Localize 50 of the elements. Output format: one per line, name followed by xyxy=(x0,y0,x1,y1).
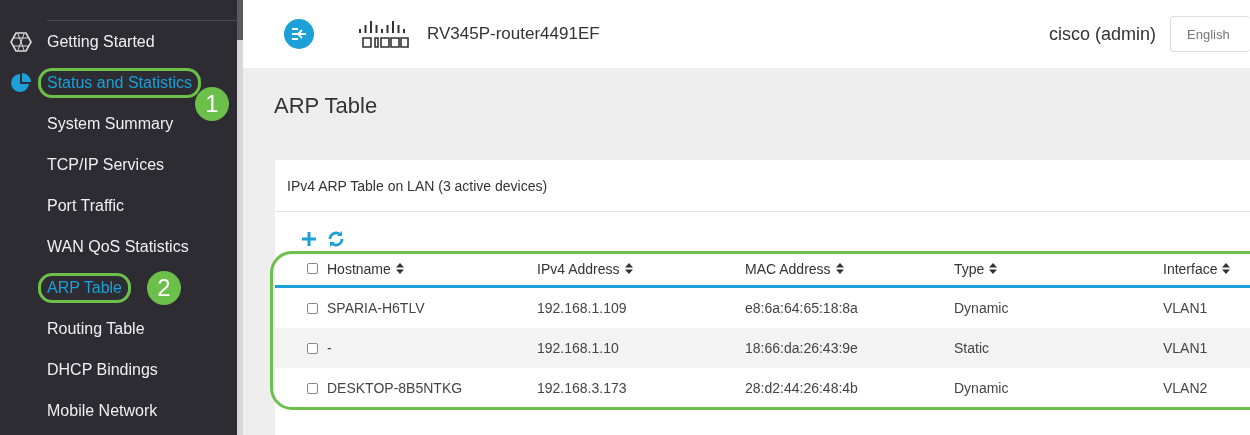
table-cell: 192.168.1.10 xyxy=(537,340,619,356)
table-cell: SPARIA-H6TLV xyxy=(327,300,425,316)
table-cell: 192.168.3.173 xyxy=(537,380,627,396)
checkbox[interactable] xyxy=(307,263,318,274)
checkbox[interactable] xyxy=(307,302,318,314)
sidebar-item[interactable]: WAN QoS Statistics xyxy=(47,237,189,256)
column-header[interactable]: Type xyxy=(954,260,985,277)
sidebar-item[interactable]: System Summary xyxy=(47,114,174,133)
column-header[interactable]: Interface xyxy=(1163,260,1218,277)
table-cell: VLAN1 xyxy=(1163,340,1208,356)
page-title: ARP Table xyxy=(274,93,378,119)
sidebar-item[interactable]: DHCP Bindings xyxy=(47,360,158,379)
column-header[interactable]: Hostname xyxy=(327,260,391,277)
sort-icon[interactable] xyxy=(989,263,998,274)
table-cell: DESKTOP-8B5NTKG xyxy=(327,380,463,396)
checkbox[interactable] xyxy=(307,382,318,394)
table-cell: VLAN2 xyxy=(1163,380,1208,396)
step-number-badge: 1 xyxy=(195,86,229,121)
sidebar-item[interactable]: Port Traffic xyxy=(47,196,125,215)
table-cell: 192.168.1.109 xyxy=(537,300,627,316)
scrollbar-thumb[interactable] xyxy=(237,0,243,40)
sidebar-item[interactable]: Mobile Network xyxy=(47,401,158,420)
table-cell: - xyxy=(327,340,332,356)
sort-icon[interactable] xyxy=(395,263,404,274)
checkbox[interactable] xyxy=(307,342,318,354)
sort-icon[interactable] xyxy=(624,263,633,274)
table-cell: 18:66:da:26:43:9e xyxy=(745,340,858,356)
user-name: cisco (admin) xyxy=(1048,23,1156,45)
sidebar-item[interactable]: Status and Statistics xyxy=(38,67,201,98)
table-cell: Dynamic xyxy=(954,300,1009,316)
table-cell: 28:d2:44:26:48:4b xyxy=(745,380,858,396)
pie-chart-icon xyxy=(10,71,32,94)
table-cell: Static xyxy=(954,340,989,356)
table-cell: Dynamic xyxy=(954,380,1009,396)
add-icon[interactable] xyxy=(301,230,317,247)
sidebar-item[interactable]: ARP Table xyxy=(38,272,131,303)
sidebar-item[interactable]: Routing Table xyxy=(47,319,145,338)
card-title: IPv4 ARP Table on LAN (3 active devices) xyxy=(287,177,548,194)
column-header[interactable]: MAC Address xyxy=(745,260,831,277)
refresh-icon[interactable] xyxy=(327,229,345,248)
collapse-menu-icon[interactable] xyxy=(284,19,314,49)
step-number-badge: 2 xyxy=(147,270,181,305)
sidebar-item[interactable]: TCP/IP Services xyxy=(47,155,165,174)
column-header[interactable]: IPv4 Address xyxy=(537,260,620,277)
sidebar-item[interactable]: Getting Started xyxy=(47,32,155,51)
sort-icon[interactable] xyxy=(1222,263,1231,274)
device-name: RV345P-router4491EF xyxy=(427,24,600,44)
table-cell: e8:6a:64:65:18:8a xyxy=(745,300,858,316)
sort-icon[interactable] xyxy=(835,263,844,274)
table-cell: VLAN1 xyxy=(1163,300,1208,316)
